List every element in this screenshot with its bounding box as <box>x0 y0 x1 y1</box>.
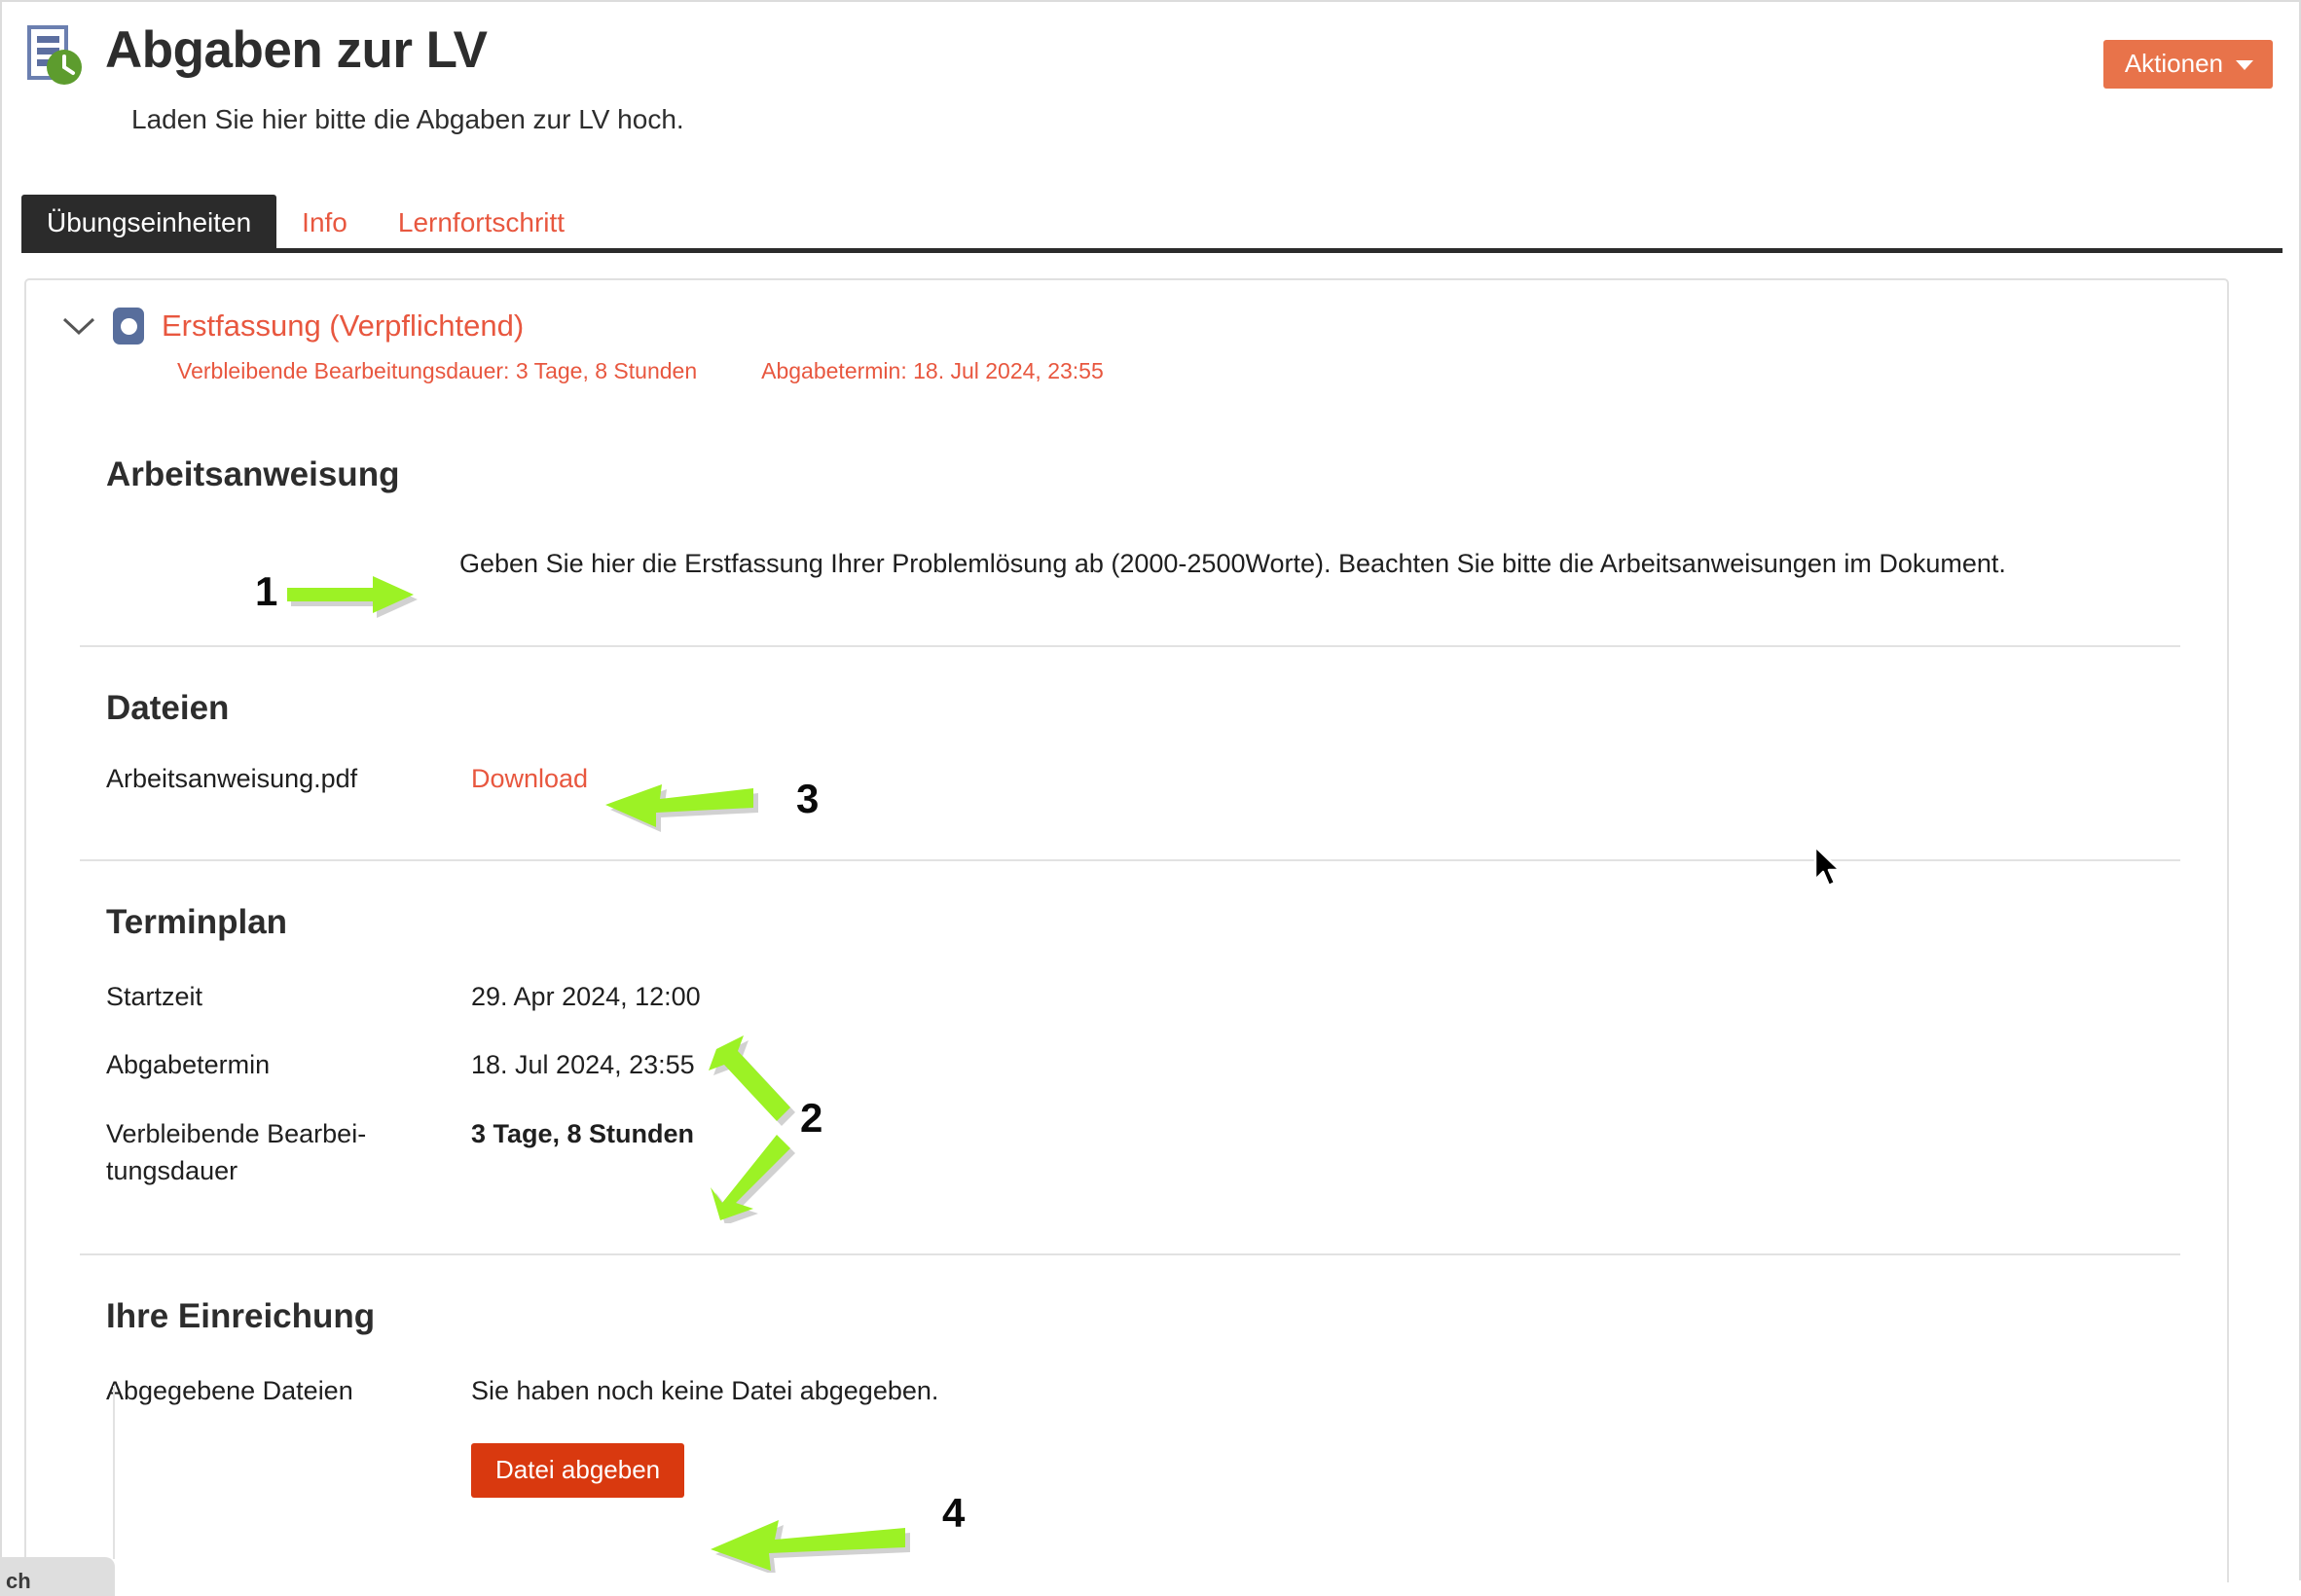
tab-lernfortschritt[interactable]: Lernfortschritt <box>373 195 590 252</box>
unit-remaining-time: Verbleibende Bearbeitungsdauer: 3 Tage, … <box>177 358 698 383</box>
schedule-value-startzeit: 29. Apr 2024, 12:00 <box>471 982 701 1012</box>
instruction-text: Geben Sie hier die Erstfassung Ihrer Pro… <box>459 549 2006 578</box>
tab-info[interactable]: Info <box>276 195 373 252</box>
panel-inner-separator <box>113 1386 115 1559</box>
actions-button-label: Aktionen <box>2124 49 2223 78</box>
schedule-value-verbleibend: 3 Tage, 8 Stunden <box>471 1118 695 1148</box>
tab-bar-underline <box>21 248 2283 253</box>
schedule-row-startzeit: Startzeit 29. Apr 2024, 12:00 <box>106 978 2169 1015</box>
mouse-cursor <box>1813 845 1842 888</box>
document-clock-icon <box>27 25 84 86</box>
page-subtitle: Laden Sie hier bitte die Abgaben zur LV … <box>131 104 684 134</box>
section-title-einreichung: Ihre Einreichung <box>106 1297 376 1336</box>
schedule-key-line1: Verbleibende Bearbei- <box>106 1118 367 1148</box>
file-row: Arbeitsanweisung.pdf Download <box>106 760 2169 797</box>
section-dateien: Dateien Arbeitsanweisung.pdf Download <box>26 647 2227 862</box>
tab-bar: Übungseinheiten Info Lernfortschritt <box>21 195 590 253</box>
actions-button[interactable]: Aktionen <box>2102 40 2273 89</box>
chevron-down-icon <box>2236 59 2253 70</box>
annotation-number-1: 1 <box>255 568 278 614</box>
schedule-value-abgabetermin: 18. Jul 2024, 23:55 <box>471 1050 695 1080</box>
schedule-row-verbleibend: Verbleibende Bearbei- tungsdauer 3 Tage,… <box>106 1115 2169 1190</box>
section-title-dateien: Dateien <box>106 688 230 727</box>
submission-key: Abgegebene Dateien <box>106 1376 353 1406</box>
download-bar-chip[interactable]: ch <box>0 1557 115 1596</box>
download-bar-chip-label: ch <box>6 1569 31 1593</box>
schedule-key-verbleibend: Verbleibende Bearbei- tungsdauer <box>106 1115 471 1190</box>
section-title-arbeitsanweisung: Arbeitsanweisung <box>106 455 400 493</box>
annotation-number-4: 4 <box>942 1490 966 1536</box>
assignment-panel: Erstfassung (Verpflichtend) Verbleibende… <box>24 278 2229 1582</box>
window-edge-left <box>0 0 2 1580</box>
section-title-terminplan: Terminplan <box>106 903 288 942</box>
download-link[interactable]: Download <box>471 760 588 797</box>
assignment-status-icon[interactable] <box>113 308 144 345</box>
chevron-down-icon[interactable] <box>62 316 95 336</box>
unit-deadline: Abgabetermin: 18. Jul 2024, 23:55 <box>761 358 1104 383</box>
tab-uebungseinheiten[interactable]: Übungseinheiten <box>21 195 277 253</box>
page-header: Abgaben zur LV Laden Sie hier bitte die … <box>27 18 684 136</box>
page-title: Abgaben zur LV <box>105 21 488 79</box>
submission-row: Abgegebene Dateien Sie haben noch keine … <box>106 1372 2169 1409</box>
schedule-row-abgabetermin: Abgabetermin 18. Jul 2024, 23:55 <box>106 1046 2169 1083</box>
schedule-key-startzeit: Startzeit <box>106 982 203 1012</box>
section-terminplan: Terminplan Startzeit 29. Apr 2024, 12:00… <box>26 861 2227 1256</box>
submission-value: Sie haben noch keine Datei abgegeben. <box>471 1376 939 1406</box>
section-einreichung: Ihre Einreichung Abgegebene Dateien Sie … <box>26 1255 2227 1498</box>
window-edge-top <box>0 0 2301 2</box>
schedule-key-line2: tungsdauer <box>106 1156 238 1186</box>
section-arbeitsanweisung: Arbeitsanweisung Geben Sie hier die Erst… <box>26 384 2227 647</box>
file-name: Arbeitsanweisung.pdf <box>106 763 358 793</box>
unit-title[interactable]: Erstfassung (Verpflichtend) <box>162 308 524 343</box>
unit-accordion-header: Erstfassung (Verpflichtend) Verbleibende… <box>26 280 2227 384</box>
annotation-number-2: 2 <box>800 1095 823 1141</box>
schedule-key-abgabetermin: Abgabetermin <box>106 1050 271 1080</box>
submit-file-button[interactable]: Datei abgeben <box>471 1442 685 1498</box>
annotation-number-3: 3 <box>796 776 820 821</box>
